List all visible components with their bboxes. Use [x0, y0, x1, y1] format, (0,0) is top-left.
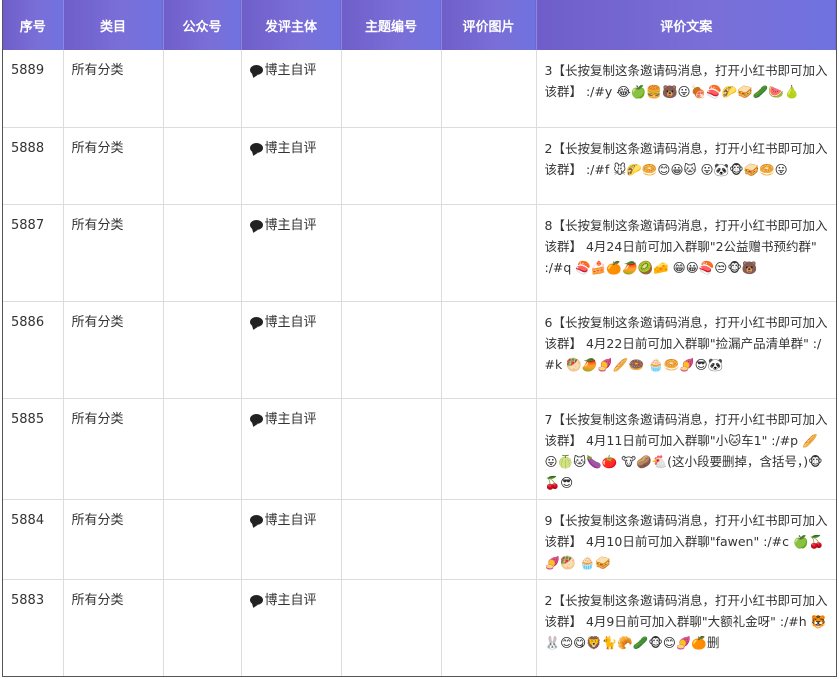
cell-topic: [341, 127, 442, 205]
review-table: 序号 类目 公众号 发评主体 主题编号 评价图片 评价文案 5889 所有分类 …: [3, 0, 836, 676]
chat-bubble-icon: [249, 142, 263, 153]
col-header-subject[interactable]: 发评主体: [241, 0, 342, 50]
cell-review-text: 2【长按复制这条邀请码消息，打开小红书即可加入该群】 4月9日前可加入群聊"大额…: [536, 579, 836, 676]
cell-category: 所有分类: [63, 50, 164, 128]
cell-image: [441, 204, 537, 302]
subject-label: 博主自评: [264, 512, 317, 528]
cell-image: [441, 50, 537, 128]
cell-review-text: 9【长按复制这条邀请码消息，打开小红书即可加入该群】 4月10日前可加入群聊"f…: [536, 499, 836, 580]
cell-image: [441, 499, 537, 580]
cell-review-text: 8【长按复制这条邀请码消息，打开小红书即可加入该群】 4月24日前可加入群聊"2…: [536, 204, 836, 302]
cell-image: [441, 398, 537, 500]
cell-category: 所有分类: [63, 301, 164, 399]
cell-subject: 博主自评: [241, 398, 342, 500]
cell-id: 5884: [3, 499, 64, 580]
cell-topic: [341, 301, 442, 399]
col-header-category[interactable]: 类目: [63, 0, 164, 50]
subject-label: 博主自评: [264, 140, 317, 156]
cell-topic: [341, 499, 442, 580]
cell-id: 5889: [3, 50, 64, 128]
chat-bubble-icon: [249, 514, 263, 525]
col-header-image[interactable]: 评价图片: [441, 0, 537, 50]
cell-subject: 博主自评: [241, 579, 342, 676]
table-row[interactable]: 5886 所有分类 博主自评 6【长按复制这条邀请码消息，打开小红书即可加入该群…: [3, 301, 836, 399]
cell-category: 所有分类: [63, 204, 164, 302]
cell-account: [163, 398, 242, 500]
cell-topic: [341, 204, 442, 302]
chat-bubble-icon: [249, 316, 263, 327]
cell-subject: 博主自评: [241, 301, 342, 399]
table-row[interactable]: 5885 所有分类 博主自评 7【长按复制这条邀请码消息，打开小红书即可加入该群…: [3, 398, 836, 500]
cell-review-text: 7【长按复制这条邀请码消息，打开小红书即可加入该群】 4月11日前可加入群聊"小…: [536, 398, 836, 500]
cell-id: 5883: [3, 579, 64, 676]
cell-account: [163, 499, 242, 580]
cell-subject: 博主自评: [241, 127, 342, 205]
chat-bubble-icon: [249, 219, 263, 230]
cell-category: 所有分类: [63, 127, 164, 205]
cell-account: [163, 301, 242, 399]
review-table-panel: 序号 类目 公众号 发评主体 主题编号 评价图片 评价文案 5889 所有分类 …: [2, 0, 837, 677]
cell-account: [163, 579, 242, 676]
cell-category: 所有分类: [63, 499, 164, 580]
cell-image: [441, 127, 537, 205]
cell-id: 5888: [3, 127, 64, 205]
cell-subject: 博主自评: [241, 50, 342, 128]
cell-topic: [341, 579, 442, 676]
table-row[interactable]: 5887 所有分类 博主自评 8【长按复制这条邀请码消息，打开小红书即可加入该群…: [3, 204, 836, 302]
chat-bubble-icon: [249, 65, 263, 75]
subject-label: 博主自评: [264, 217, 317, 233]
cell-review-text: 2【长按复制这条邀请码消息，打开小红书即可加入该群】 :/#f 🐭🌮🥯😊😀🐱 😛…: [536, 127, 836, 205]
table-header-row: 序号 类目 公众号 发评主体 主题编号 评价图片 评价文案: [3, 0, 836, 50]
cell-review-text: 3【长按复制这条邀请码消息，打开小红书即可加入该群】 :/#y 😂🍏🍔🐻😛🍖🍣🌮…: [536, 50, 836, 128]
cell-account: [163, 50, 242, 128]
table-row[interactable]: 5884 所有分类 博主自评 9【长按复制这条邀请码消息，打开小红书即可加入该群…: [3, 499, 836, 580]
cell-category: 所有分类: [63, 579, 164, 676]
cell-subject: 博主自评: [241, 499, 342, 580]
cell-id: 5885: [3, 398, 64, 500]
cell-subject: 博主自评: [241, 204, 342, 302]
cell-account: [163, 127, 242, 205]
subject-label: 博主自评: [264, 592, 317, 608]
col-header-account[interactable]: 公众号: [163, 0, 242, 50]
subject-label: 博主自评: [264, 63, 317, 78]
col-header-id[interactable]: 序号: [3, 0, 64, 50]
cell-topic: [341, 398, 442, 500]
cell-review-text: 6【长按复制这条邀请码消息，打开小红书即可加入该群】 4月22日前可加入群聊"捡…: [536, 301, 836, 399]
cell-id: 5887: [3, 204, 64, 302]
cell-image: [441, 301, 537, 399]
table-row[interactable]: 5883 所有分类 博主自评 2【长按复制这条邀请码消息，打开小红书即可加入该群…: [3, 579, 836, 676]
table-row[interactable]: 5889 所有分类 博主自评 3【长按复制这条邀请码消息，打开小红书即可加入该群…: [3, 50, 836, 128]
cell-topic: [341, 50, 442, 128]
table-row[interactable]: 5888 所有分类 博主自评 2【长按复制这条邀请码消息，打开小红书即可加入该群…: [3, 127, 836, 205]
cell-id: 5886: [3, 301, 64, 399]
chat-bubble-icon: [249, 594, 263, 605]
cell-account: [163, 204, 242, 302]
subject-label: 博主自评: [264, 314, 317, 330]
col-header-topic[interactable]: 主题编号: [341, 0, 442, 50]
chat-bubble-icon: [249, 413, 263, 424]
cell-image: [441, 579, 537, 676]
cell-category: 所有分类: [63, 398, 164, 500]
col-header-text[interactable]: 评价文案: [536, 0, 836, 50]
subject-label: 博主自评: [264, 411, 317, 427]
